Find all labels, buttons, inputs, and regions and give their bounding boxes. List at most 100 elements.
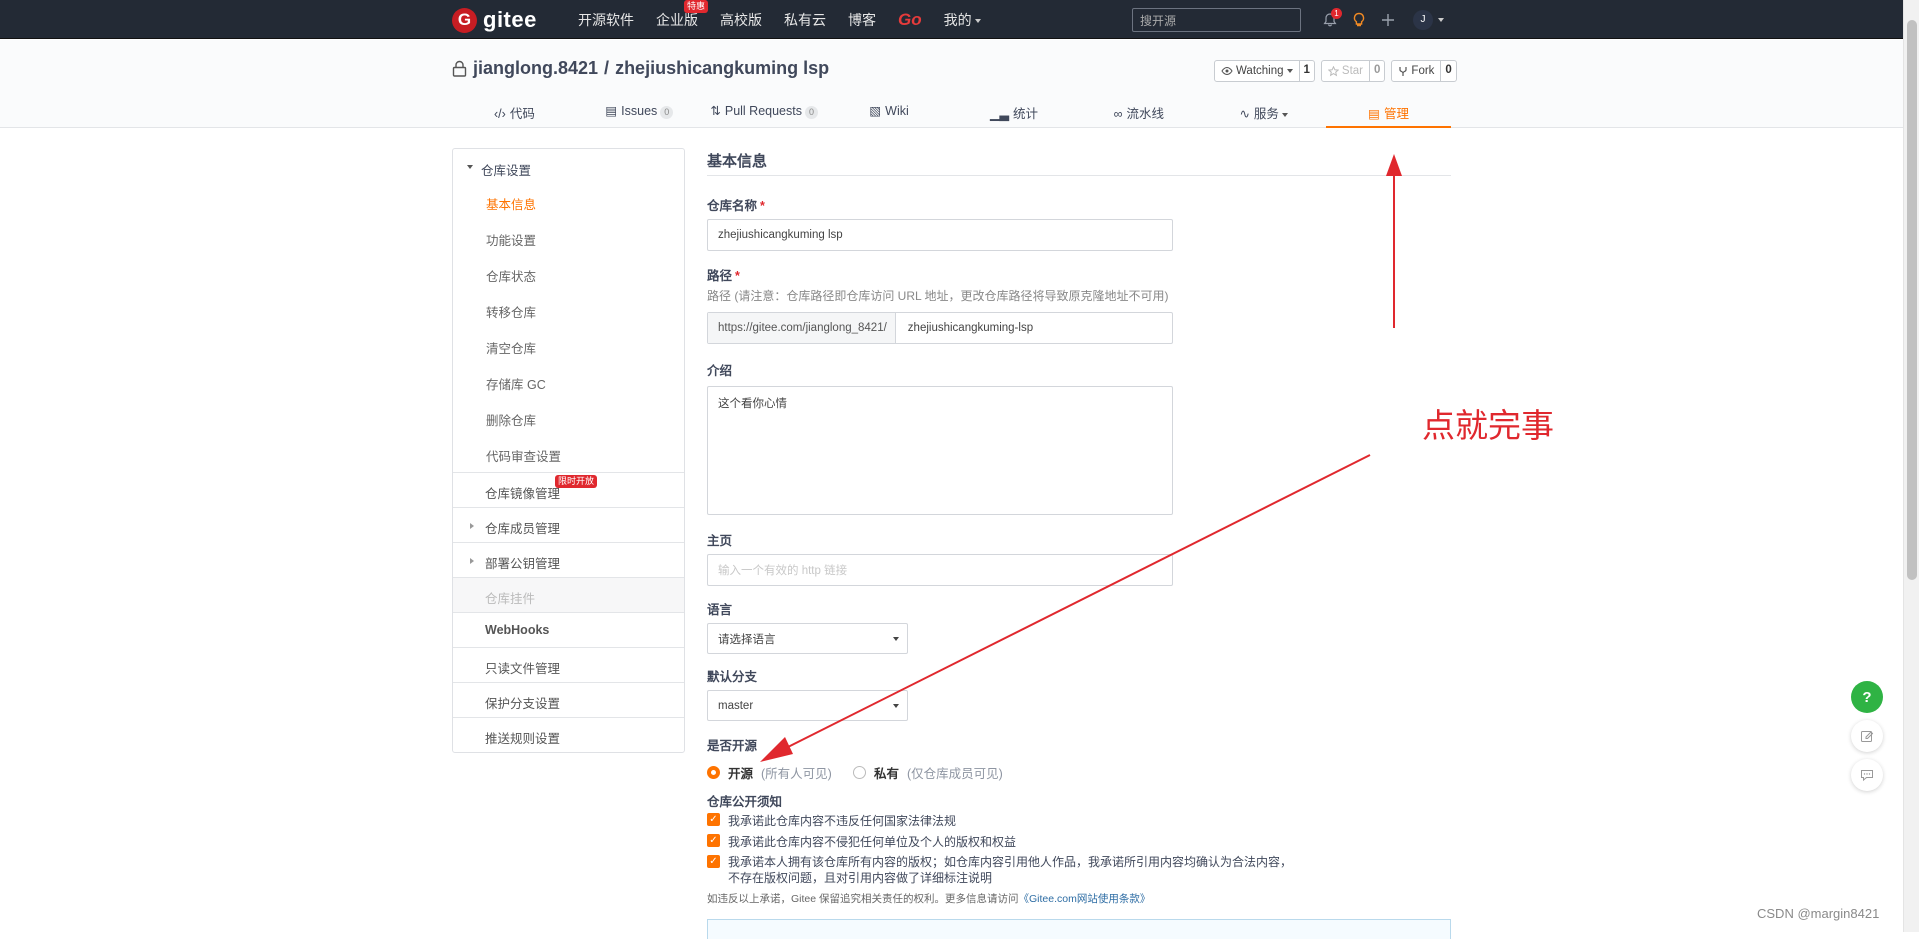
avatar-chevron-down-icon[interactable] [1438,17,1444,22]
tab-pull-requests[interactable]: ⇅ Pull Requests 0 [702,97,827,128]
default-branch-select[interactable]: master [707,690,908,721]
repo-name-label: 仓库名称 * [707,195,765,214]
watch-label: Watching [1236,65,1284,77]
nav-mine[interactable]: 我的 [944,10,981,30]
scrollbar-thumb[interactable] [1907,20,1917,580]
plus-icon [1382,13,1394,26]
sidebar-item-members[interactable]: 仓库成员管理 [453,507,684,542]
notification-count: 1 [1331,7,1342,19]
radio-private-label: 私有 [874,767,900,781]
notification-bell-icon[interactable]: 1 [1316,6,1344,34]
sidebar-item-clear-repo[interactable]: 清空仓库 [453,328,684,364]
language-chevron-icon [893,637,899,641]
help-button[interactable]: ? [1851,681,1883,713]
repo-name-link[interactable]: zhejiushicangkuming lsp [615,58,829,79]
terms-link[interactable]: 《Gitee.com网站使用条款》 [1019,893,1151,905]
fork-button[interactable]: Fork 0 [1391,60,1457,82]
repo-separator: / [604,58,610,78]
star-button[interactable]: Star 0 [1320,60,1386,82]
nav-open-source[interactable]: 开源软件 [578,10,634,30]
sidebar-item-deploy-keys[interactable]: 部署公钥管理 [453,542,684,577]
checkbox-copyright-check-icon: ✓ [707,834,720,847]
sidebar-item-webhooks[interactable]: WebHooks [453,612,684,647]
eye-icon [1221,66,1233,76]
wiki-icon: ▧ [869,104,882,118]
annotation-text: 点就完事 [1422,406,1554,445]
service-chevron-icon [1281,112,1288,117]
checkbox-law-label: 我承诺此仓库内容不违反任何国家法律法规 [728,814,957,828]
language-label: 语言 [707,603,733,617]
nav-education[interactable]: 高校版 [720,10,762,30]
sidebar-item-mirror[interactable]: 仓库镜像管理 限时开放 [453,472,684,507]
csdn-watermark: CSDN @margin8421 [1757,906,1880,921]
bulb-icon [1353,12,1365,26]
path-prefix: https://gitee.com/jianglong_8421/ [708,313,896,343]
path-input[interactable]: zhejiushicangkuming-lsp [908,322,1033,334]
tab-pipeline[interactable]: ∞ 流水线 [1076,97,1201,128]
idea-bulb-icon[interactable] [1345,6,1373,34]
language-select[interactable]: 请选择语言 [707,623,908,654]
radio-private-hint: (仅仓库成员可见) [907,767,1003,781]
sidebar-item-delete-repo[interactable]: 删除仓库 [453,400,684,436]
tab-pipeline-label: 流水线 [1126,107,1165,121]
user-avatar[interactable]: J [1413,9,1433,30]
search-input[interactable]: 搜开源 [1132,8,1301,32]
checkbox-ownership-line2: 不存在版权问题，且对引用内容做了详细标注说明 [728,871,993,885]
terms-notice-text: 如违反以上承诺，Gitee 保留追究相关责任的权利。更多信息请访问 [707,893,1019,905]
page-scrollbar[interactable] [1903,0,1919,932]
sidebar-group-title: 仓库设置 [481,164,532,178]
settings-main: 基本信息 仓库名称 * zhejiushicangkuming lsp 路径 * 路… [707,148,1451,939]
radio-open-source[interactable]: 开源 (所有人可见) [707,763,832,782]
sidebar-item-transfer-repo[interactable]: 转移仓库 [453,292,684,328]
path-hint: 路径 (请注意：仓库路径即仓库访问 URL 地址，更改仓库路径将导致原克隆地址不… [707,289,1169,303]
language-select-value: 请选择语言 [718,633,776,646]
star-label: Star [1341,65,1364,77]
checkbox-ownership[interactable]: ✓ 我承诺本人拥有该仓库所有内容的版权；如仓库内容引用他人作品，我承诺所引用内容均… [707,854,1292,886]
nav-mine-label: 我的 [943,11,972,28]
sidebar-group-repo-settings[interactable]: 仓库设置 [453,149,684,184]
comment-button[interactable] [1851,759,1883,791]
nav-go[interactable]: Go [898,10,922,30]
tab-manage[interactable]: ▤ 管理 [1326,97,1451,128]
homepage-input[interactable]: 输入一个有效的 http 链接 [707,554,1173,586]
description-textarea[interactable]: 这个看你心情 [707,386,1173,515]
sidebar-item-repo-status[interactable]: 仓库状态 [453,256,684,292]
fork-count[interactable]: 0 [1441,61,1455,81]
top-navbar: G gitee 开源软件 企业版 特惠 高校版 私有云 博客 Go 我的 搜开源 … [0,0,1919,39]
sidebar-item-basic-info[interactable]: 基本信息 [453,184,684,220]
feedback-edit-button[interactable] [1851,720,1883,752]
create-plus-icon[interactable] [1374,6,1402,34]
tab-code[interactable]: ‹/› 代码 [452,97,577,128]
sidebar-item-readonly-files[interactable]: 只读文件管理 [453,647,684,682]
radio-private[interactable]: 私有 (仅仓库成员可见) [853,763,1003,782]
tab-service[interactable]: ∿ 服务 [1201,97,1326,128]
sidebar-item-push-rules[interactable]: 推送规则设置 [453,717,684,752]
sidebar-item-feature-settings[interactable]: 功能设置 [453,220,684,256]
tab-issues[interactable]: ▤ Issues 0 [577,97,702,128]
nav-private-cloud[interactable]: 私有云 [784,10,826,30]
radio-open-source-hint: (所有人可见) [761,767,832,781]
sidebar-item-code-review[interactable]: 代码审查设置 [453,436,684,472]
sidebar-item-repo-gc[interactable]: 存储库 GC [453,364,684,400]
gitee-logo[interactable]: G gitee [452,7,537,33]
sidebar-item-protected-branches[interactable]: 保护分支设置 [453,682,684,717]
tab-pr-count: 0 [804,106,818,119]
settings-sidebar: 仓库设置 基本信息 功能设置 仓库状态 转移仓库 清空仓库 存储库 GC 删除仓… [452,148,685,753]
watch-count[interactable]: 1 [1300,61,1314,81]
nav-enterprise[interactable]: 企业版 特惠 [656,0,708,30]
repo-owner-link[interactable]: jianglong.8421 [473,58,598,79]
tab-wiki[interactable]: ▧ Wiki [827,97,952,128]
nav-blog[interactable]: 博客 [848,10,876,30]
checkbox-law[interactable]: ✓ 我承诺此仓库内容不违反任何国家法律法规 [707,812,956,829]
limited-badge: 限时开放 [555,475,598,488]
homepage-label: 主页 [707,534,733,548]
tab-issues-label: Issues [621,104,658,118]
repo-name-input[interactable]: zhejiushicangkuming lsp [707,219,1173,251]
tab-stats[interactable]: ▁▃ 统计 [952,97,1077,128]
checkbox-copyright[interactable]: ✓ 我承诺此仓库内容不侵犯任何单位及个人的版权和权益 [707,833,1016,850]
tab-pr-label: Pull Requests [724,104,802,118]
arrow-diagonal-head [760,737,793,762]
watch-button[interactable]: Watching 1 [1214,60,1315,82]
checkbox-ownership-line1: 我承诺本人拥有该仓库所有内容的版权；如仓库内容引用他人作品，我承诺所引用内容均确… [728,855,1293,869]
star-count[interactable]: 0 [1370,61,1384,81]
